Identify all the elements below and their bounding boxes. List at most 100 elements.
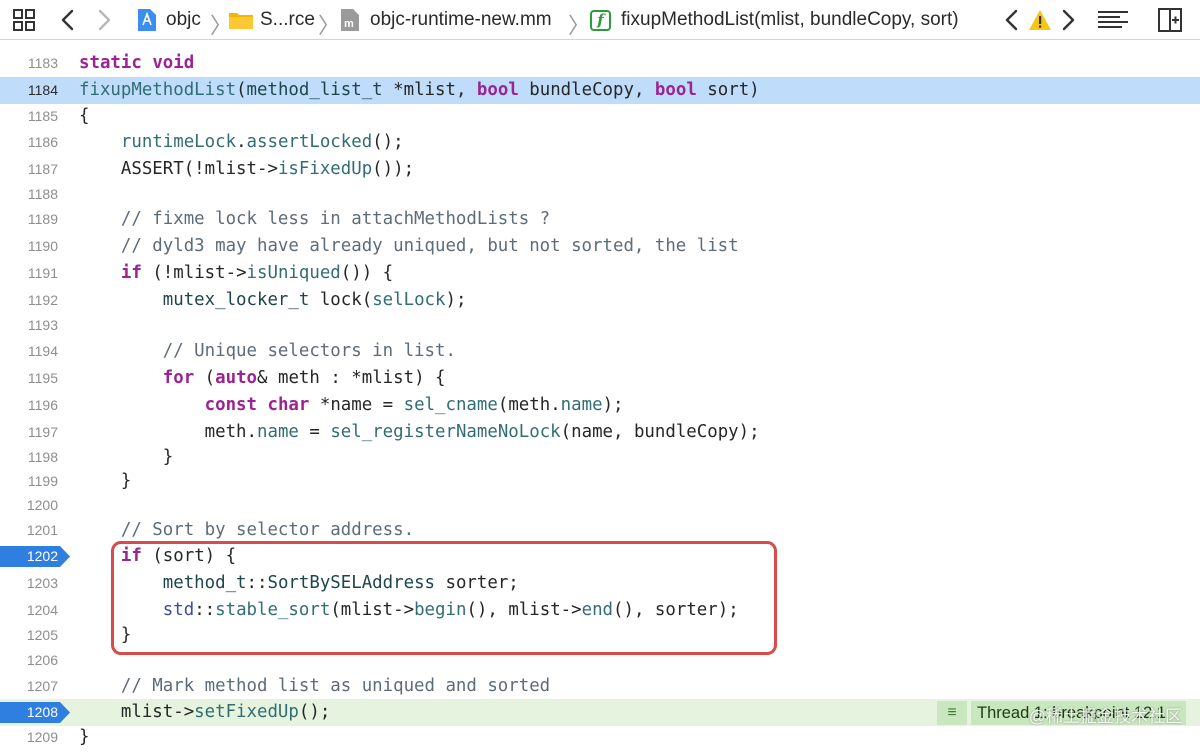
token: (); <box>298 702 331 722</box>
line-number[interactable]: 1188 <box>0 181 58 208</box>
line-number[interactable]: 1194 <box>0 338 58 365</box>
code-line[interactable]: 1194 // Unique selectors in list. <box>0 338 1200 365</box>
code-text: runtimeLock.assertLocked(); <box>79 129 404 156</box>
hamburger-icon[interactable]: ≡ <box>937 701 967 725</box>
token: ); <box>602 395 624 415</box>
code-line[interactable]: 1199 } <box>0 468 1200 495</box>
token-variable: selLock <box>372 290 446 310</box>
code-text: meth.name = sel_registerNameNoLock(name,… <box>79 419 760 446</box>
code-line[interactable]: 1183 static void <box>0 50 1200 77</box>
warning-icon[interactable] <box>1028 0 1052 40</box>
code-line[interactable]: 1197 meth.name = sel_registerNameNoLock(… <box>0 419 1200 446</box>
token-keyword: auto <box>215 368 258 388</box>
token-keyword: if <box>120 263 142 283</box>
token: (name, bundleCopy); <box>560 422 760 442</box>
token: ); <box>445 290 467 310</box>
line-number[interactable]: 1206 <box>0 647 58 674</box>
annotation-highlight-box <box>111 541 777 655</box>
code-text: if (!mlist->isUniqued()) { <box>79 260 393 287</box>
token-type: mutex_locker_t <box>162 290 310 310</box>
token: bundleCopy, <box>518 80 655 100</box>
code-line[interactable]: 1186 runtimeLock.assertLocked(); <box>0 129 1200 156</box>
code-line[interactable]: 1198 } <box>0 444 1200 471</box>
token: *mlist, <box>382 80 477 100</box>
line-number[interactable]: 1207 <box>0 673 58 700</box>
code-line[interactable]: 1192 mutex_locker_t lock(selLock); <box>0 287 1200 314</box>
breadcrumb-function[interactable]: f fixupMethodList(mlist, bundleCopy, sor… <box>590 0 959 40</box>
code-line[interactable]: 1188 <box>0 181 1200 208</box>
code-text: const char *name = sel_cname(meth.name); <box>79 392 624 419</box>
jump-bar: objc 〉 S...rce 〉 m objc-runtime-new.mm 〉… <box>0 0 1200 40</box>
token-function: sel_cname <box>403 395 498 415</box>
token: mlist-> <box>79 702 195 722</box>
breadcrumb-separator-icon: 〉 <box>568 13 591 38</box>
next-issue-chevron-icon[interactable] <box>1060 0 1076 40</box>
breadcrumb-file[interactable]: m objc-runtime-new.mm <box>340 0 552 40</box>
forward-chevron-icon[interactable] <box>96 0 112 40</box>
token-function: isFixedUp <box>277 159 373 179</box>
line-number[interactable]: 1184 <box>0 77 58 104</box>
line-number[interactable]: 1199 <box>0 468 58 495</box>
code-text: static void <box>79 50 194 77</box>
token: . <box>236 132 247 152</box>
back-chevron-icon[interactable] <box>60 0 76 40</box>
code-line[interactable]: 1207 // Mark method list as uniqued and … <box>0 673 1200 700</box>
line-number[interactable]: 1192 <box>0 287 58 314</box>
thread-breakpoint-badge[interactable]: ≡ Thread 1: breakpoint 12.1 <box>937 701 1186 725</box>
line-number[interactable]: 1198 <box>0 444 58 471</box>
token-function: isUniqued <box>246 263 341 283</box>
line-number[interactable]: 1208 <box>0 702 58 723</box>
line-number[interactable]: 1189 <box>0 206 58 233</box>
code-line[interactable]: 1200 <box>0 492 1200 519</box>
thread-status-label: Thread 1: breakpoint 12.1 <box>971 701 1186 725</box>
related-items-grid-icon[interactable] <box>12 0 36 40</box>
breadcrumb-folder[interactable]: S...rce <box>228 0 315 40</box>
token: sort) <box>696 80 760 100</box>
code-line[interactable]: 1195 for (auto& meth : *mlist) { <box>0 365 1200 392</box>
code-line[interactable]: 1190 // dyld3 may have already uniqued, … <box>0 233 1200 260</box>
line-number[interactable]: 1185 <box>0 103 58 130</box>
breadcrumb-project[interactable]: objc <box>136 0 201 40</box>
line-number[interactable]: 1191 <box>0 260 58 287</box>
line-number[interactable]: 1202 <box>0 546 58 567</box>
line-number[interactable]: 1197 <box>0 419 58 446</box>
code-line[interactable]: 1187 ASSERT(!mlist->isFixedUp()); <box>0 156 1200 183</box>
line-number[interactable]: 1201 <box>0 517 58 544</box>
line-number[interactable]: 1209 <box>0 724 58 751</box>
code-line-current[interactable]: 1184 fixupMethodList(method_list_t *mlis… <box>0 77 1200 104</box>
previous-issue-chevron-icon[interactable] <box>1004 0 1020 40</box>
code-text: } <box>79 727 90 747</box>
breakpoint-line-number-wrap: 1202 <box>0 546 70 567</box>
line-number[interactable]: 1186 <box>0 129 58 156</box>
svg-text:m: m <box>344 18 354 30</box>
line-number[interactable]: 1200 <box>0 492 58 519</box>
line-number[interactable]: 1204 <box>0 597 58 624</box>
token: meth. <box>79 422 257 442</box>
token: (); <box>372 132 404 152</box>
line-number[interactable]: 1196 <box>0 392 58 419</box>
code-line[interactable]: 1209 } <box>0 724 1200 751</box>
line-number[interactable]: 1203 <box>0 570 58 597</box>
code-text: } <box>79 447 174 467</box>
code-line[interactable]: 1196 const char *name = sel_cname(meth.n… <box>0 392 1200 419</box>
breadcrumb-separator-icon: 〉 <box>318 13 341 38</box>
code-line[interactable]: 1185 { <box>0 103 1200 130</box>
code-line[interactable]: 1191 if (!mlist->isUniqued()) { <box>0 260 1200 287</box>
line-number[interactable]: 1187 <box>0 156 58 183</box>
token: lock( <box>309 290 373 310</box>
line-number[interactable]: 1205 <box>0 622 58 649</box>
line-number[interactable]: 1190 <box>0 233 58 260</box>
code-line[interactable]: 1193 <box>0 312 1200 339</box>
line-number[interactable]: 1195 <box>0 365 58 392</box>
editor-options-lines-icon[interactable] <box>1097 0 1129 40</box>
line-number[interactable]: 1183 <box>0 50 58 77</box>
code-line[interactable]: 1201 // Sort by selector address. <box>0 517 1200 544</box>
breadcrumb-label: objc-runtime-new.mm <box>370 9 552 30</box>
line-number[interactable]: 1193 <box>0 312 58 339</box>
token: ()); <box>372 159 415 179</box>
code-line[interactable]: 1189 // fixme lock less in attachMethodL… <box>0 206 1200 233</box>
add-editor-icon[interactable] <box>1158 0 1182 40</box>
